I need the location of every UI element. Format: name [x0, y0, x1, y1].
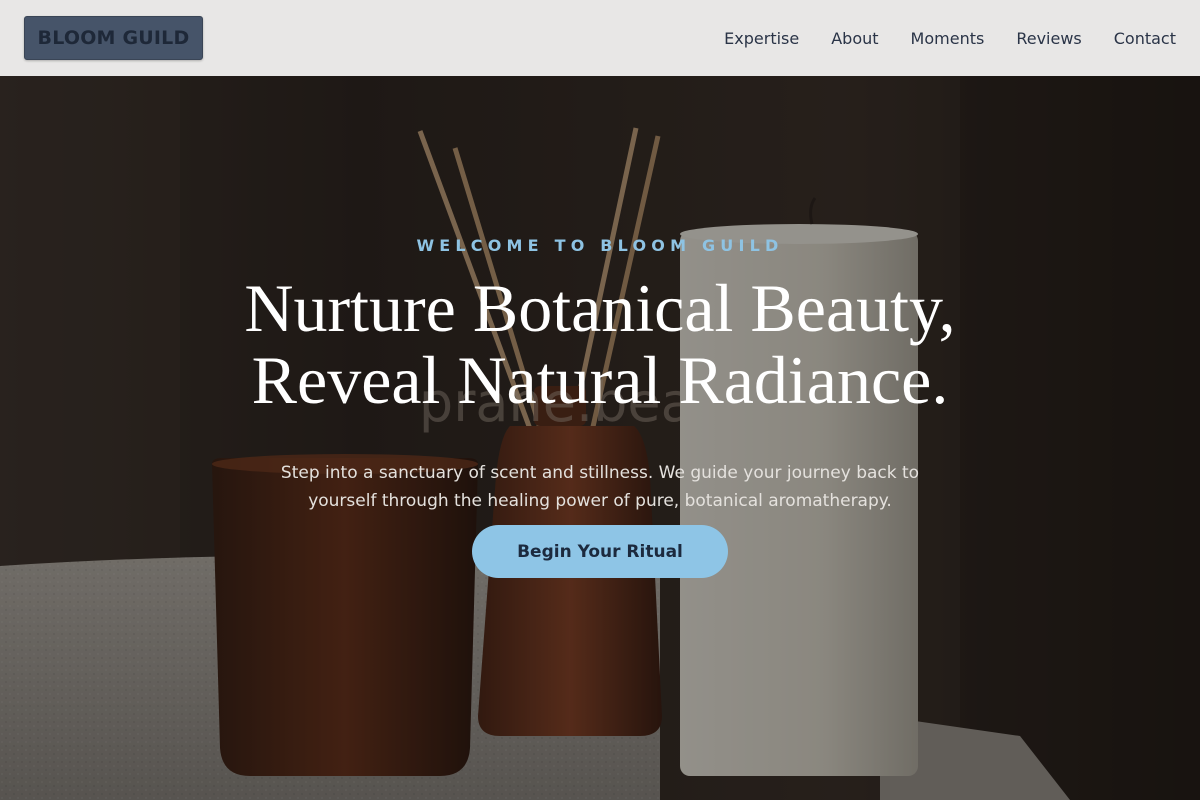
hero-headline: Nurture Botanical Beauty, Reveal Natural… [0, 272, 1200, 416]
nav-link-about[interactable]: About [831, 29, 878, 48]
hero-headline-line1: Nurture Botanical Beauty, [244, 270, 956, 346]
hero-eyebrow: WELCOME TO BLOOM GUILD [416, 236, 784, 255]
nav-link-expertise[interactable]: Expertise [724, 29, 799, 48]
logo-button[interactable]: BLOOM GUILD [24, 16, 203, 60]
hero-subtext: Step into a sanctuary of scent and still… [280, 463, 920, 511]
logo-text: BLOOM GUILD [37, 27, 190, 49]
begin-ritual-button[interactable]: Begin Your Ritual [472, 525, 728, 578]
landing-page: BLOOM GUILD Expertise About Moments Revi… [0, 0, 1200, 800]
nav-link-contact[interactable]: Contact [1114, 29, 1176, 48]
site-header: BLOOM GUILD Expertise About Moments Revi… [0, 0, 1200, 76]
hero-headline-line2: Reveal Natural Radiance. [251, 342, 949, 418]
hero-section: WELCOME TO BLOOM GUILD Nurture Botanical… [0, 76, 1200, 800]
nav-link-moments[interactable]: Moments [911, 29, 985, 48]
main-nav: Expertise About Moments Reviews Contact [724, 29, 1176, 48]
nav-link-reviews[interactable]: Reviews [1016, 29, 1081, 48]
